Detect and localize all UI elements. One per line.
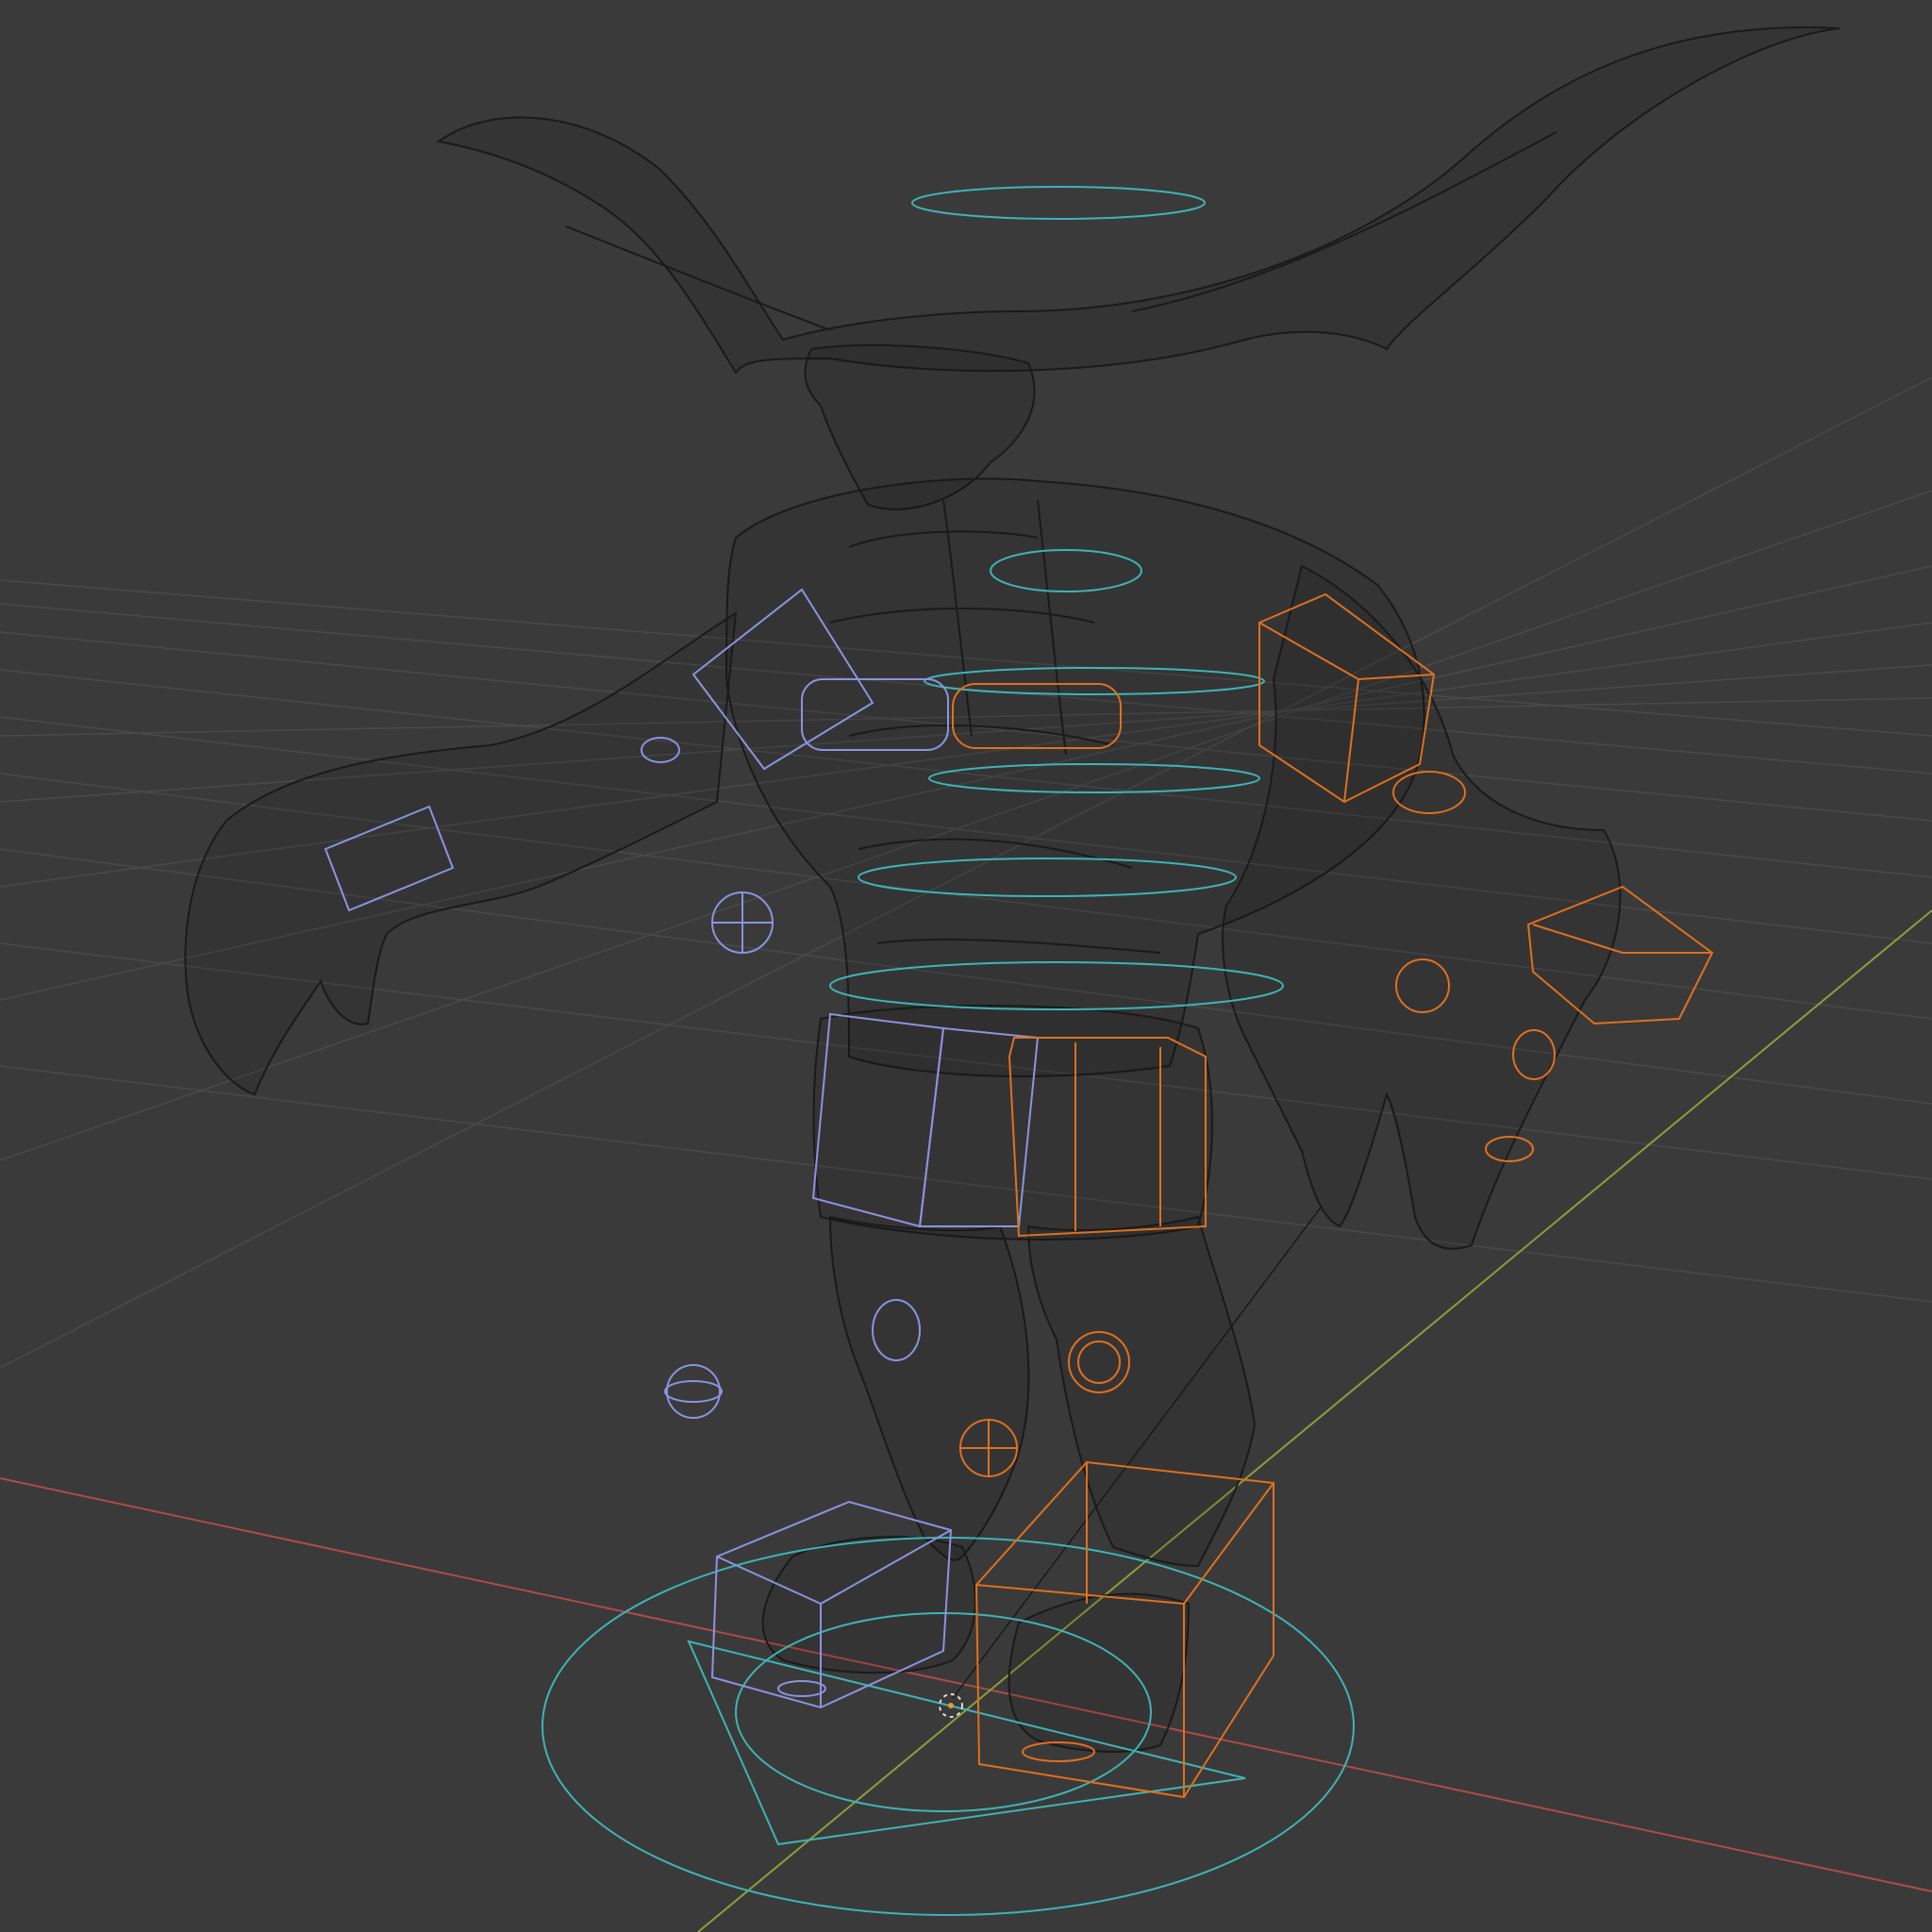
head-circle-control[interactable] [911,186,1206,220]
3d-viewport[interactable] [0,0,1932,1932]
creature-mesh[interactable] [184,26,1840,1753]
left-knee-pole-gizmo[interactable] [666,1364,721,1419]
3d-cursor-icon[interactable] [939,1693,963,1718]
